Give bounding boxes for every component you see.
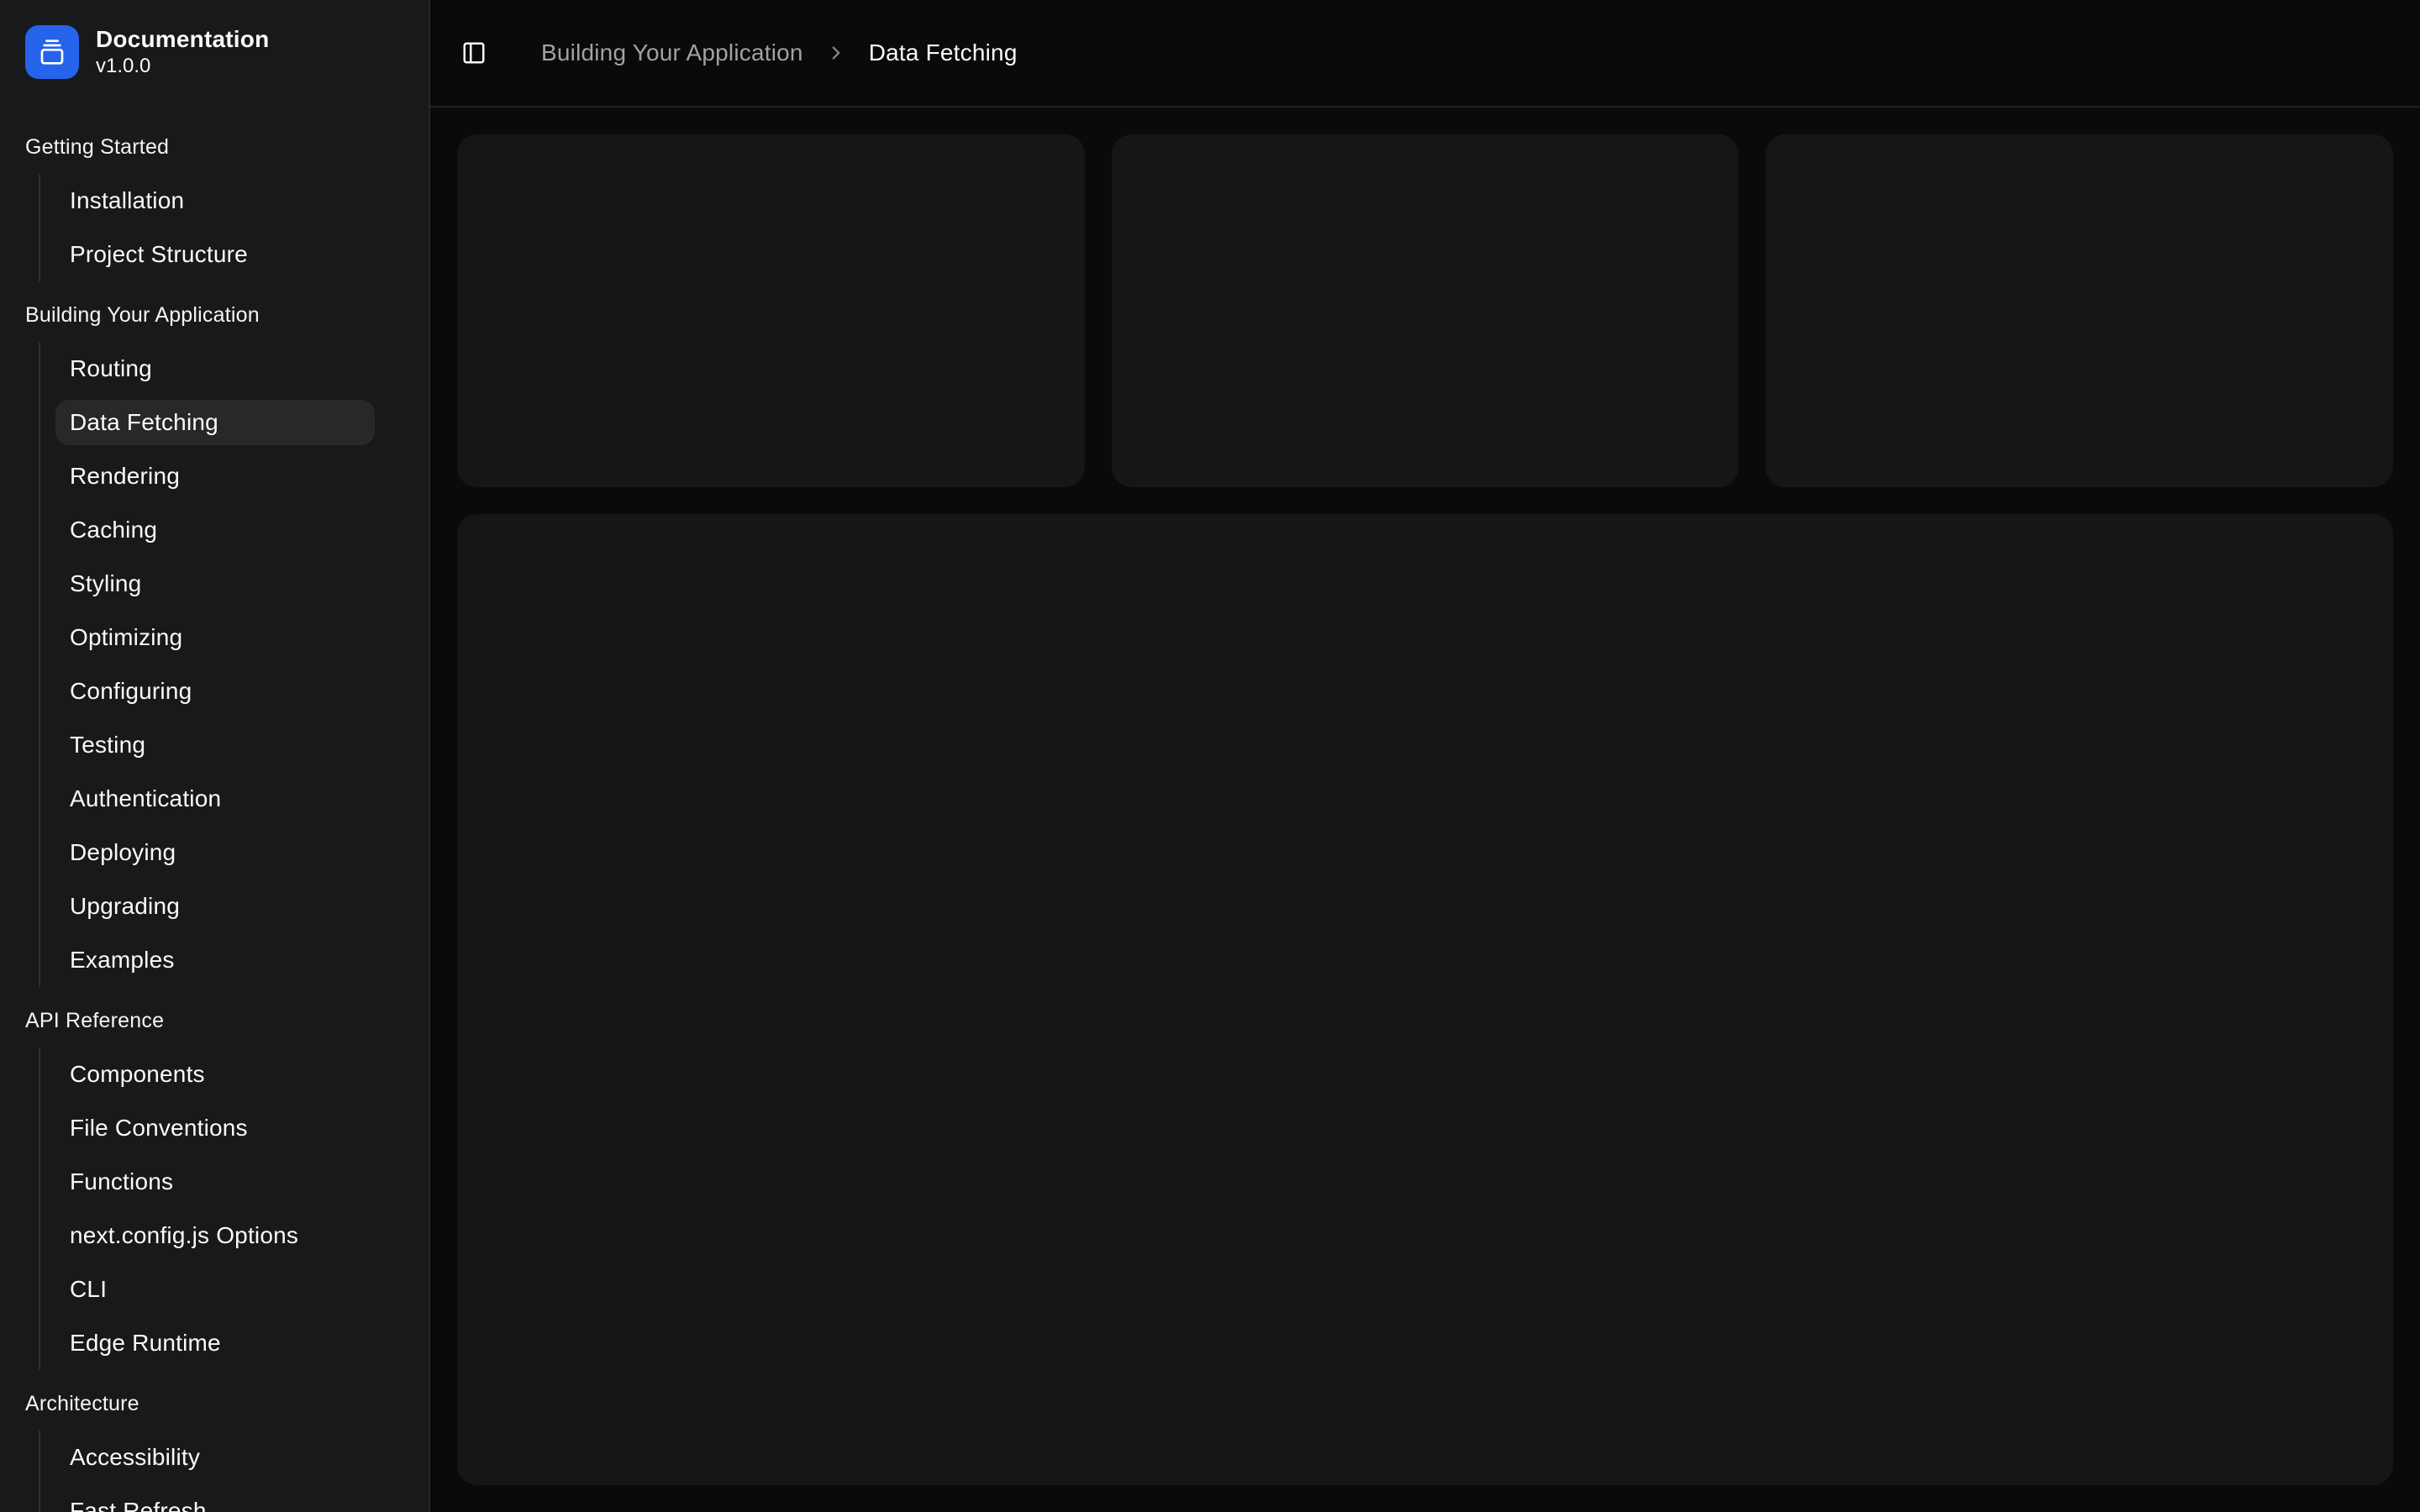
sidebar-toggle-button[interactable] [450, 29, 497, 76]
sidebar: Documentation v1.0.0 Getting Started Ins… [0, 0, 430, 1512]
sidebar-nav: Getting Started Installation Project Str… [13, 120, 415, 1512]
nav-sub-list: Accessibility Fast Refresh [39, 1431, 375, 1512]
sidebar-item-styling[interactable]: Styling [55, 557, 375, 611]
panel-left-icon [461, 40, 487, 66]
sidebar-item-optimizing[interactable]: Optimizing [55, 611, 375, 664]
group-label-architecture: Architecture [13, 1377, 415, 1431]
gallery-vertical-end-icon [39, 39, 66, 66]
sidebar-item-cli[interactable]: CLI [55, 1263, 375, 1316]
sidebar-item-upgrading[interactable]: Upgrading [55, 879, 375, 933]
nav-sub-list: Routing Data Fetching Rendering Caching … [39, 342, 375, 987]
sidebar-item-components[interactable]: Components [55, 1047, 375, 1101]
sidebar-item-deploying[interactable]: Deploying [55, 826, 375, 879]
sidebar-item-functions[interactable]: Functions [55, 1155, 375, 1209]
breadcrumb-parent-link[interactable]: Building Your Application [541, 39, 803, 66]
brand-text: Documentation v1.0.0 [96, 25, 269, 79]
sidebar-item-accessibility[interactable]: Accessibility [55, 1431, 375, 1484]
sidebar-item-project-structure[interactable]: Project Structure [55, 228, 375, 281]
group-label-getting-started: Getting Started [13, 120, 415, 174]
sidebar-item-next-config-js-options[interactable]: next.config.js Options [55, 1209, 375, 1263]
chevron-right-icon [825, 42, 847, 64]
brand-logo [25, 25, 79, 79]
sidebar-item-authentication[interactable]: Authentication [55, 772, 375, 826]
placeholder-cards-row [457, 134, 2393, 487]
nav-sub-list: Components File Conventions Functions ne… [39, 1047, 375, 1370]
sidebar-item-installation[interactable]: Installation [55, 174, 375, 228]
group-label-api-reference: API Reference [13, 994, 415, 1047]
placeholder-card [457, 134, 1085, 487]
sidebar-item-routing[interactable]: Routing [55, 342, 375, 396]
hero-placeholder-card [457, 514, 2393, 1485]
brand-title: Documentation [96, 25, 269, 54]
breadcrumb: Building Your Application Data Fetching [541, 39, 1018, 66]
sidebar-item-edge-runtime[interactable]: Edge Runtime [55, 1316, 375, 1370]
nav-group-getting-started: Getting Started Installation Project Str… [13, 120, 415, 281]
sidebar-item-configuring[interactable]: Configuring [55, 664, 375, 718]
page-content [430, 108, 2420, 1512]
sidebar-item-file-conventions[interactable]: File Conventions [55, 1101, 375, 1155]
nav-group-building-your-application: Building Your Application Routing Data F… [13, 288, 415, 987]
nav-sub-list: Installation Project Structure [39, 174, 375, 281]
placeholder-card [1112, 134, 1739, 487]
app-layout: Documentation v1.0.0 Getting Started Ins… [0, 0, 2420, 1512]
breadcrumb-current-page: Data Fetching [869, 39, 1018, 66]
nav-group-api-reference: API Reference Components File Convention… [13, 994, 415, 1370]
main-area: Building Your Application Data Fetching [430, 0, 2420, 1512]
group-label-building-your-application: Building Your Application [13, 288, 415, 342]
sidebar-item-testing[interactable]: Testing [55, 718, 375, 772]
brand-version: v1.0.0 [96, 54, 269, 79]
sidebar-item-data-fetching[interactable]: Data Fetching [55, 396, 375, 449]
placeholder-card [1765, 134, 2393, 487]
sidebar-item-fast-refresh[interactable]: Fast Refresh [55, 1484, 375, 1512]
sidebar-item-examples[interactable]: Examples [55, 933, 375, 987]
nav-group-architecture: Architecture Accessibility Fast Refresh [13, 1377, 415, 1512]
sidebar-item-caching[interactable]: Caching [55, 503, 375, 557]
sidebar-item-rendering[interactable]: Rendering [55, 449, 375, 503]
brand[interactable]: Documentation v1.0.0 [13, 13, 415, 91]
page-header: Building Your Application Data Fetching [430, 0, 2420, 108]
